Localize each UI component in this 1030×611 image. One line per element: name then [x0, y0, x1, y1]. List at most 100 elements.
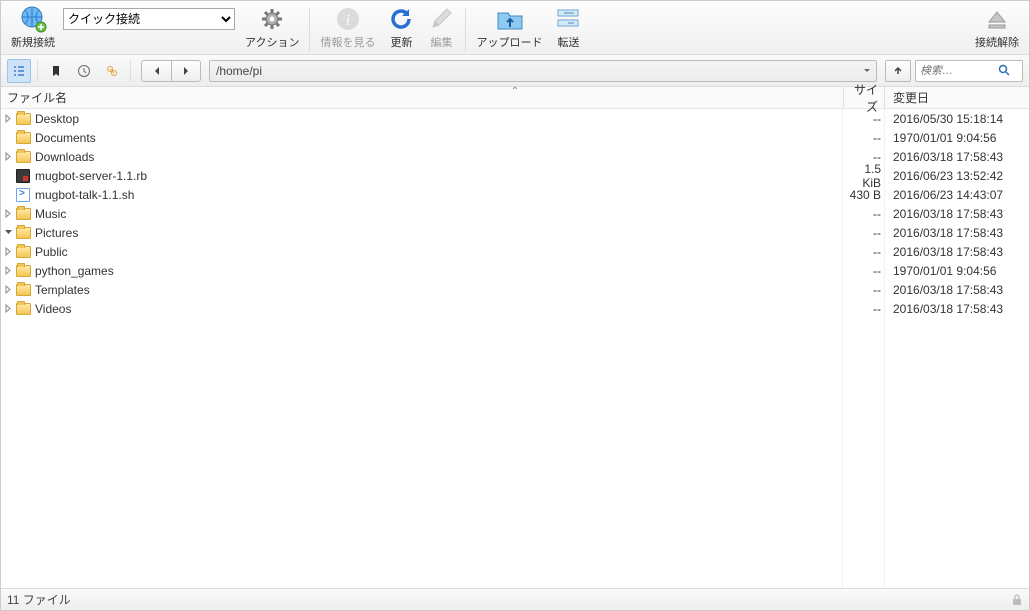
file-size: -- [843, 207, 885, 221]
file-size: -- [843, 283, 885, 297]
eject-icon [983, 5, 1011, 33]
folder-icon [15, 111, 31, 127]
nav-up-button[interactable] [885, 60, 911, 82]
globe-plus-icon [19, 5, 47, 33]
file-modified: 2016/03/18 17:58:43 [885, 150, 1029, 164]
file-modified: 2016/05/30 15:18:14 [885, 112, 1029, 126]
action-label: アクション [245, 34, 299, 50]
view-list-icon[interactable] [7, 59, 31, 83]
path-text: /home/pi [210, 64, 858, 78]
action-button[interactable]: アクション [239, 4, 305, 52]
file-row[interactable]: Videos --2016/03/18 17:58:43 [1, 299, 1029, 318]
new-connection-button[interactable]: 新規接続 [5, 4, 61, 52]
svg-text:i: i [346, 12, 350, 29]
file-modified: 2016/03/18 17:58:43 [885, 283, 1029, 297]
info-icon: i [334, 5, 362, 33]
info-label: 情報を見る [320, 34, 375, 50]
transfer-button[interactable]: 転送 [548, 4, 588, 52]
expand-toggle-icon[interactable] [1, 304, 15, 313]
search-box[interactable] [915, 60, 1023, 82]
disconnect-button[interactable]: 接続解除 [969, 4, 1025, 52]
history-icon[interactable] [72, 59, 96, 83]
file-row[interactable]: Music --2016/03/18 17:58:43 [1, 204, 1029, 223]
file-modified: 2016/06/23 14:43:07 [885, 188, 1029, 202]
status-bar: 11 ファイル [1, 588, 1029, 610]
expand-toggle-icon[interactable] [1, 114, 15, 123]
edit-label: 編集 [430, 34, 452, 50]
toolbar-separator [309, 8, 310, 52]
search-input[interactable] [920, 65, 998, 77]
path-field[interactable]: /home/pi [209, 60, 877, 82]
file-modified: 1970/01/01 9:04:56 [885, 264, 1029, 278]
expand-toggle-icon[interactable] [1, 285, 15, 294]
expand-toggle-icon[interactable] [1, 228, 15, 237]
quick-connect-group: クイック接続 [61, 8, 239, 52]
upload-folder-icon [495, 5, 523, 33]
file-list[interactable]: Desktop--2016/05/30 15:18:14Documents--1… [1, 109, 1029, 588]
file-name: Public [35, 245, 68, 259]
file-row[interactable]: Documents--1970/01/01 9:04:56 [1, 128, 1029, 147]
status-text: 11 ファイル [7, 591, 71, 608]
file-row[interactable]: mugbot-talk-1.1.sh 430 B2016/06/23 14:43:… [1, 185, 1029, 204]
gear-icon [258, 5, 286, 33]
folder-icon [15, 130, 31, 146]
expand-toggle-icon[interactable] [1, 209, 15, 218]
file-name: Music [35, 207, 66, 221]
file-row[interactable]: Templates --2016/03/18 17:58:43 [1, 280, 1029, 299]
upload-button[interactable]: アップロード [470, 4, 548, 52]
info-button[interactable]: i 情報を見る [314, 4, 381, 52]
folder-icon [15, 244, 31, 260]
refresh-label: 更新 [390, 34, 412, 50]
file-name: Templates [35, 283, 90, 297]
file-name: mugbot-talk-1.1.sh [35, 188, 134, 202]
refresh-button[interactable]: 更新 [381, 4, 421, 52]
file-name: Videos [35, 302, 71, 316]
transfer-icon [554, 5, 582, 33]
nav-separator [37, 60, 38, 82]
folder-icon [15, 301, 31, 317]
bonjour-icon[interactable] [100, 59, 124, 83]
upload-label: アップロード [476, 34, 542, 50]
file-name: Documents [35, 131, 96, 145]
file-row[interactable]: Public--2016/03/18 17:58:43 [1, 242, 1029, 261]
bookmark-icon[interactable] [44, 59, 68, 83]
file-size: -- [843, 245, 885, 259]
disconnect-label: 接続解除 [975, 34, 1019, 50]
column-name-header[interactable]: ファイル名 [1, 89, 843, 106]
file-size: 430 B [843, 188, 885, 202]
transfer-label: 転送 [557, 34, 579, 50]
search-icon[interactable] [998, 64, 1011, 77]
refresh-icon [387, 5, 415, 33]
nav-separator [130, 60, 131, 82]
main-toolbar: 新規接続 クイック接続 アクション i 情報を見る 更新 編集 [1, 1, 1029, 55]
file-row[interactable]: Desktop--2016/05/30 15:18:14 [1, 109, 1029, 128]
nav-back-button[interactable] [141, 60, 171, 82]
quick-connect-dropdown[interactable]: クイック接続 [63, 8, 235, 30]
expand-toggle-icon[interactable] [1, 266, 15, 275]
expand-toggle-icon[interactable] [1, 247, 15, 256]
file-name: mugbot-server-1.1.rb [35, 169, 147, 183]
file-size: -- [843, 226, 885, 240]
folder-icon [15, 149, 31, 165]
chevron-down-icon[interactable] [858, 68, 876, 74]
ruby-file-icon [15, 168, 31, 184]
file-name: Downloads [35, 150, 94, 164]
column-header-row: ⌃ ファイル名 サイズ 変更日 [1, 87, 1029, 109]
file-size: -- [843, 112, 885, 126]
shell-file-icon [15, 187, 31, 203]
lock-icon [1011, 594, 1023, 606]
new-connection-label: 新規接続 [11, 34, 55, 50]
file-row[interactable]: python_games--1970/01/01 9:04:56 [1, 261, 1029, 280]
expand-toggle-icon[interactable] [1, 152, 15, 161]
file-modified: 2016/06/23 13:52:42 [885, 169, 1029, 183]
file-row[interactable]: mugbot-server-1.1.rb1.5 KiB2016/06/23 13… [1, 166, 1029, 185]
column-modified-header[interactable]: 変更日 [885, 89, 1029, 106]
file-modified: 2016/03/18 17:58:43 [885, 302, 1029, 316]
toolbar-separator [465, 8, 466, 52]
file-row[interactable]: Pictures--2016/03/18 17:58:43 [1, 223, 1029, 242]
file-size: -- [843, 302, 885, 316]
edit-button[interactable]: 編集 [421, 4, 461, 52]
file-modified: 2016/03/18 17:58:43 [885, 207, 1029, 221]
file-modified: 2016/03/18 17:58:43 [885, 226, 1029, 240]
nav-forward-button[interactable] [171, 60, 201, 82]
